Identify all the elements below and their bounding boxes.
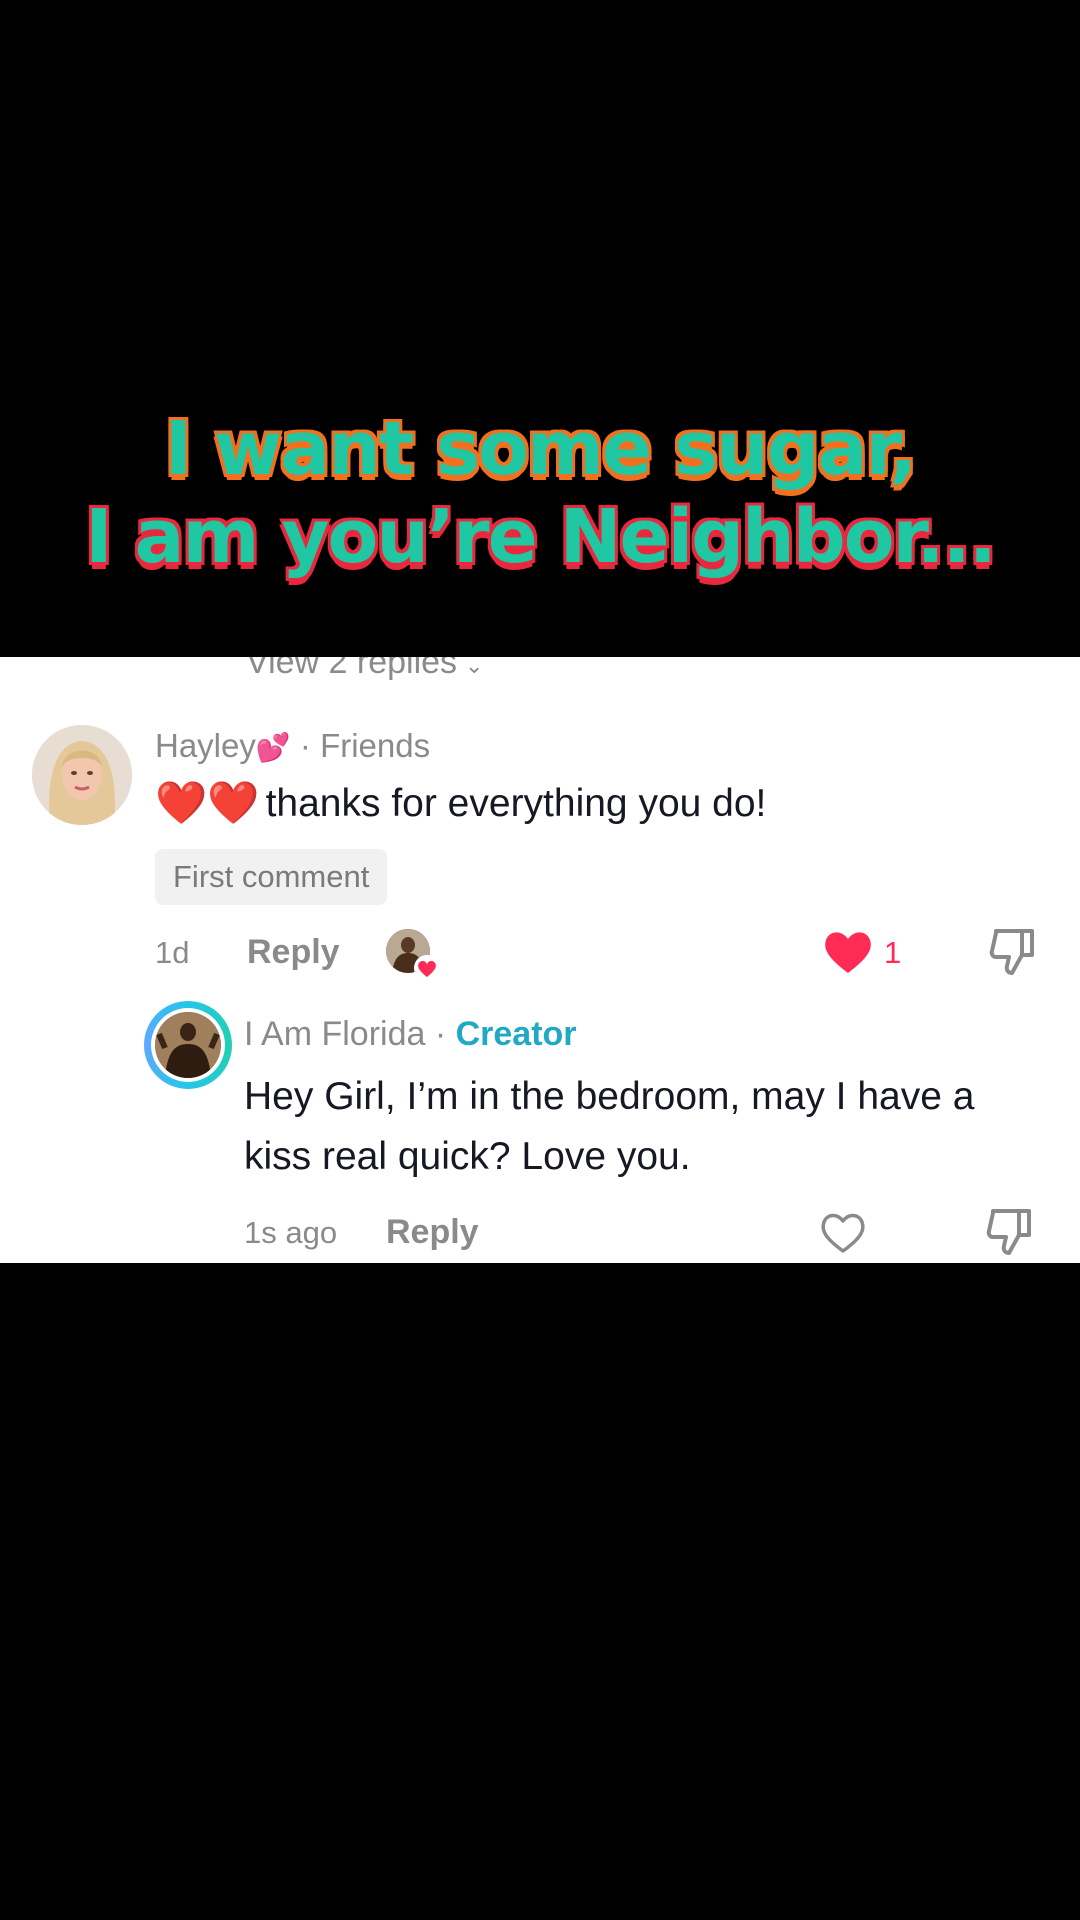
- red-hearts-emoji: ❤️❤️: [155, 779, 260, 826]
- username-hayley[interactable]: Hayley: [155, 727, 256, 764]
- comment-1-text: ❤️❤️ thanks for everything you do!: [155, 779, 766, 828]
- heart-icon: [414, 955, 440, 981]
- comment-2-reply-button[interactable]: Reply: [386, 1213, 479, 1252]
- video-caption: I want some sugar, I am you’re Neighbor.…: [0, 405, 1080, 581]
- liked-by-creator-avatar: [386, 929, 440, 981]
- creator-label: Creator: [455, 1015, 577, 1053]
- like-count-comment-1: 1: [884, 935, 902, 970]
- dislike-button-comment-1[interactable]: [988, 925, 1038, 977]
- avatar-hayley[interactable]: [32, 725, 132, 825]
- caption-line-1: I want some sugar,: [164, 406, 918, 492]
- comments-panel: View 2 replies ⌄ Hayley💕 · Friends ❤️❤️ t…: [0, 657, 1080, 1263]
- view-replies-label: View 2 replies: [246, 657, 458, 681]
- name-separator: ·: [425, 1015, 456, 1053]
- first-comment-badge: First comment: [155, 849, 388, 905]
- comment-1-username[interactable]: Hayley💕 · Friends: [155, 727, 430, 765]
- chevron-down-icon: ⌄: [465, 657, 484, 678]
- comment-2-text: Hey Girl, I’m in the bedroom, may I have…: [244, 1075, 975, 1178]
- dislike-icon: [989, 929, 1034, 975]
- avatar-i-am-florida[interactable]: [151, 1008, 225, 1082]
- comment-1-reply-button[interactable]: Reply: [247, 933, 340, 972]
- friends-label: · Friends: [299, 727, 431, 764]
- two-hearts-emoji: 💕: [255, 732, 291, 763]
- like-button-comment-1[interactable]: [822, 927, 874, 975]
- comment-2-time: 1s ago: [244, 1215, 338, 1250]
- comment-1-body: thanks for everything you do!: [265, 781, 767, 825]
- comment-1-time: 1d: [155, 935, 190, 970]
- view-replies-link[interactable]: View 2 replies ⌄: [246, 657, 483, 682]
- dislike-button-comment-2[interactable]: [985, 1205, 1035, 1257]
- dislike-icon: [986, 1209, 1031, 1255]
- username-i-am-florida[interactable]: I Am Florida: [244, 1015, 425, 1053]
- like-button-comment-2[interactable]: [818, 1209, 868, 1255]
- heart-icon: [821, 1213, 865, 1253]
- comment-2-username[interactable]: I Am Florida · Creator: [244, 1015, 577, 1054]
- heart-icon: [825, 932, 871, 973]
- caption-line-2: I am you’re Neighbor...: [85, 494, 997, 580]
